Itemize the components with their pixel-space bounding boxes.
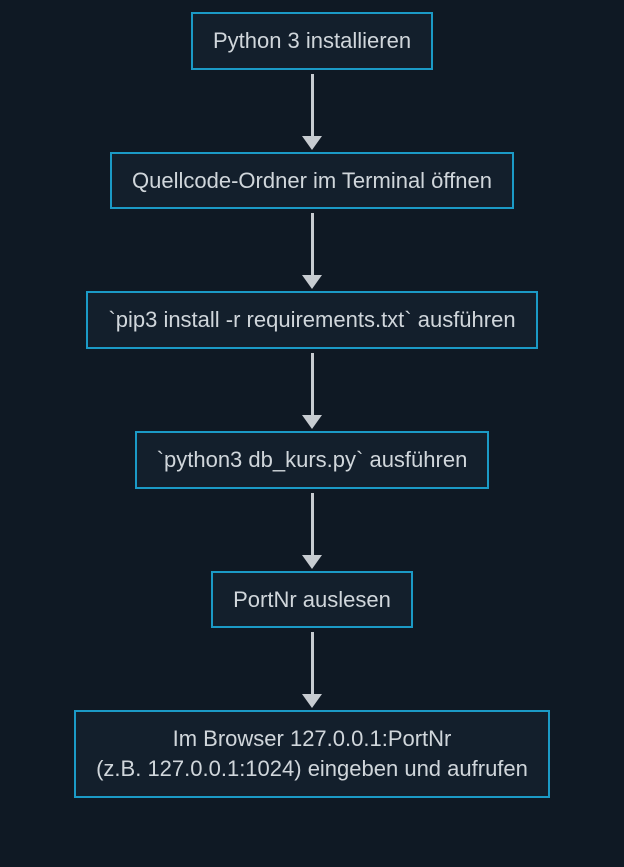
- arrow-shaft: [311, 353, 314, 415]
- flow-node-install-python: Python 3 installieren: [191, 12, 433, 70]
- arrow-head-icon: [302, 136, 322, 150]
- arrow-head-icon: [302, 555, 322, 569]
- flow-arrow: [302, 213, 322, 289]
- flow-arrow: [302, 74, 322, 150]
- flow-node-open-folder: Quellcode-Ordner im Terminal öffnen: [110, 152, 514, 210]
- arrow-shaft: [311, 74, 314, 136]
- arrow-shaft: [311, 493, 314, 555]
- arrow-head-icon: [302, 415, 322, 429]
- flow-node-read-port: PortNr auslesen: [211, 571, 413, 629]
- arrow-head-icon: [302, 694, 322, 708]
- arrow-head-icon: [302, 275, 322, 289]
- arrow-shaft: [311, 213, 314, 275]
- flow-arrow: [302, 632, 322, 708]
- arrow-shaft: [311, 632, 314, 694]
- flow-arrow: [302, 493, 322, 569]
- flow-node-pip-install: `pip3 install -r requirements.txt` ausfü…: [86, 291, 537, 349]
- flow-node-run-script: `python3 db_kurs.py` ausführen: [135, 431, 490, 489]
- flow-node-open-browser: Im Browser 127.0.0.1:PortNr (z.B. 127.0.…: [74, 710, 550, 797]
- flow-arrow: [302, 353, 322, 429]
